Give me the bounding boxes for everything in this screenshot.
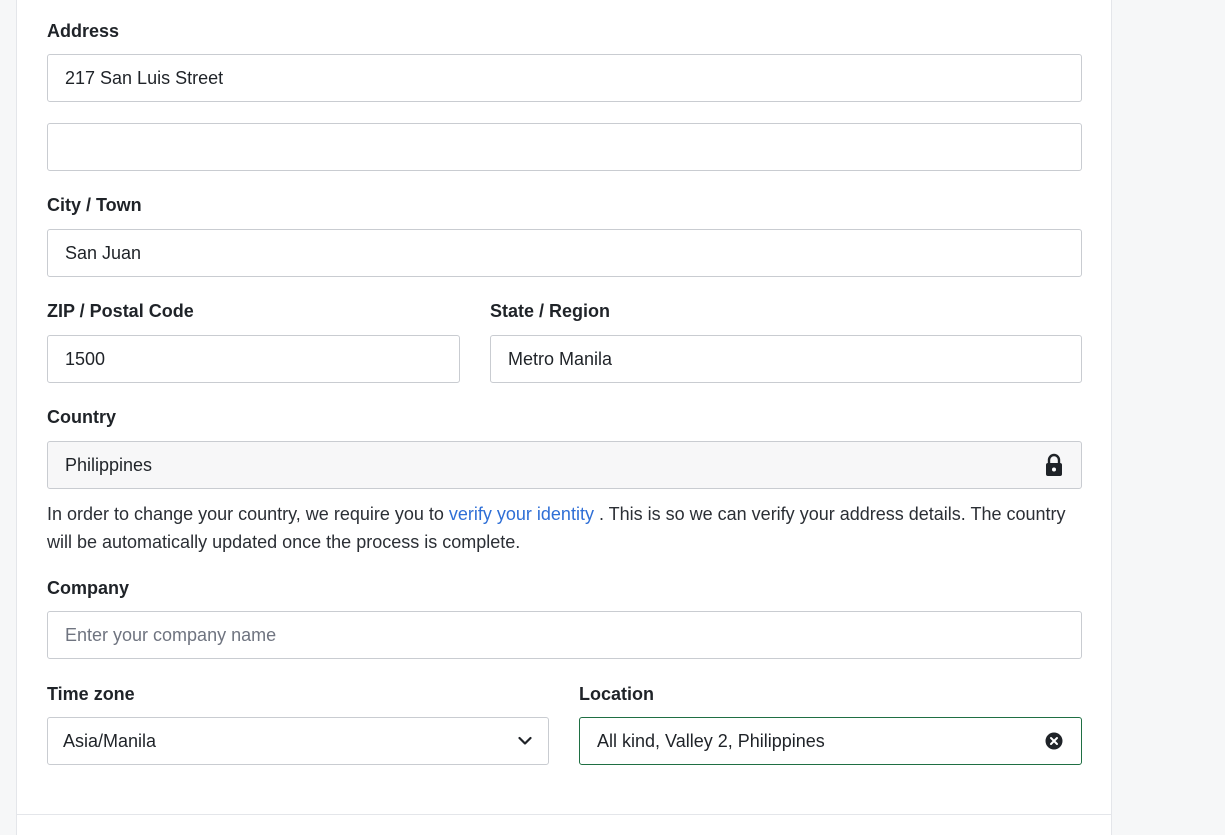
city-input[interactable] bbox=[65, 242, 1064, 264]
country-label: Country bbox=[47, 407, 116, 427]
country-value: Philippines bbox=[65, 454, 153, 475]
address-label: Address bbox=[47, 21, 120, 41]
lock-icon bbox=[1045, 453, 1063, 477]
section-divider bbox=[17, 814, 1111, 815]
company-field[interactable] bbox=[47, 611, 1082, 659]
address-line1-input[interactable] bbox=[65, 67, 1064, 89]
company-input[interactable] bbox=[65, 624, 1064, 646]
timezone-value: Asia/Manila bbox=[63, 730, 157, 751]
address-line2-field[interactable] bbox=[47, 123, 1082, 171]
country-help-text: In order to change your country, we requ… bbox=[47, 500, 1082, 556]
clear-circle-icon[interactable] bbox=[1045, 732, 1063, 750]
zip-input[interactable] bbox=[65, 348, 442, 370]
location-input[interactable] bbox=[597, 730, 1064, 752]
chevron-down-icon[interactable] bbox=[518, 736, 532, 746]
country-field: Philippines bbox=[47, 441, 1082, 489]
zip-label: ZIP / Postal Code bbox=[47, 301, 194, 321]
city-field[interactable] bbox=[47, 229, 1082, 277]
help-text-before: In order to change your country, we requ… bbox=[47, 504, 449, 524]
city-label: City / Town bbox=[47, 195, 142, 215]
timezone-select[interactable]: Asia/Manila bbox=[47, 717, 549, 765]
address-line2-input[interactable] bbox=[65, 136, 1064, 158]
verify-identity-link[interactable]: verify your identity bbox=[449, 504, 594, 524]
state-input[interactable] bbox=[508, 348, 1064, 370]
state-label: State / Region bbox=[490, 301, 611, 321]
timezone-label: Time zone bbox=[47, 684, 135, 704]
location-field[interactable] bbox=[579, 717, 1082, 765]
zip-field[interactable] bbox=[47, 335, 460, 383]
location-label: Location bbox=[579, 684, 654, 704]
company-label: Company bbox=[47, 578, 130, 598]
address-line1-field[interactable] bbox=[47, 54, 1082, 102]
state-field[interactable] bbox=[490, 335, 1082, 383]
